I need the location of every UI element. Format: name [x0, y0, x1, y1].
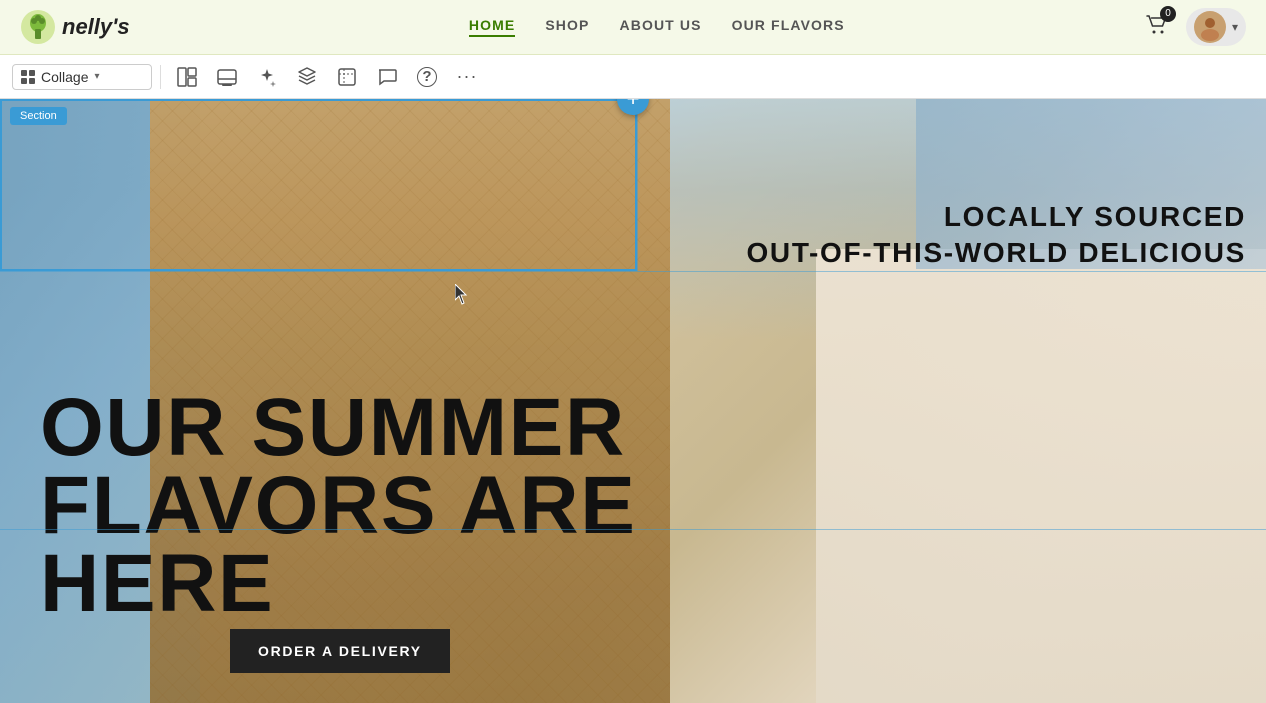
- nav-home[interactable]: HOME: [469, 17, 515, 37]
- crop-icon: [337, 67, 357, 87]
- logo-text: nelly's: [62, 14, 130, 40]
- add-icon: +: [627, 99, 640, 110]
- nav-links: HOME SHOP ABOUT US OUR FLAVORS: [170, 17, 1144, 37]
- ai-btn[interactable]: [249, 59, 285, 95]
- ai-icon: [257, 67, 277, 87]
- logo[interactable]: nelly's: [20, 9, 130, 45]
- user-chevron: ▾: [1232, 20, 1238, 34]
- collage-selector[interactable]: Collage ▾: [12, 64, 152, 90]
- layout-icon: [177, 67, 197, 87]
- hero-taglines: LOCALLY SOURCED OUT-OF-THIS-WORLD DELICI…: [746, 199, 1246, 272]
- h-divider-2: [0, 529, 1266, 530]
- tagline-2: OUT-OF-THIS-WORLD DELICIOUS: [746, 235, 1246, 271]
- crop-btn[interactable]: [329, 59, 365, 95]
- cart-badge: 0: [1160, 6, 1176, 22]
- nav-right: 0 ▾: [1144, 8, 1246, 46]
- preview-btn[interactable]: [209, 59, 245, 95]
- layout-btn[interactable]: [169, 59, 205, 95]
- editor-toolbar: Collage ▾: [0, 55, 1266, 99]
- cart-button[interactable]: 0: [1144, 12, 1170, 43]
- cta-button[interactable]: ORDER A DELIVERY: [230, 629, 450, 673]
- help-label: ?: [417, 67, 437, 87]
- headline-line-3: HERE: [40, 545, 637, 623]
- hero-headline: OUR SUMMER FLAVORS ARE HERE: [40, 389, 637, 623]
- layers-icon: [297, 67, 317, 87]
- logo-icon: [20, 9, 56, 45]
- collage-chevron: ▾: [94, 71, 99, 82]
- v-divider-1: [637, 99, 638, 271]
- nav-shop[interactable]: SHOP: [545, 17, 589, 37]
- h-divider-1: [0, 271, 1266, 272]
- grid-icon: [21, 70, 35, 84]
- comment-icon: [377, 67, 397, 87]
- collage-label: Collage: [41, 69, 88, 85]
- hero-section: Section + LOCALLY SOURCED OUT-OF-THIS-WO…: [0, 99, 1266, 703]
- layers-btn[interactable]: [289, 59, 325, 95]
- headline-line-1: OUR SUMMER: [40, 389, 637, 467]
- avatar: [1194, 11, 1226, 43]
- tagline-1: LOCALLY SOURCED: [746, 199, 1246, 235]
- section-badge[interactable]: Section: [10, 107, 67, 125]
- more-icon: ···: [457, 66, 478, 87]
- headline-line-2: FLAVORS ARE: [40, 467, 637, 545]
- nav-flavors[interactable]: OUR FLAVORS: [732, 17, 845, 37]
- nav-about[interactable]: ABOUT US: [619, 17, 701, 37]
- user-menu[interactable]: ▾: [1186, 8, 1246, 46]
- navbar: nelly's HOME SHOP ABOUT US OUR FLAVORS 0…: [0, 0, 1266, 55]
- help-btn[interactable]: ?: [409, 59, 445, 95]
- preview-icon: [217, 67, 237, 87]
- toolbar-separator-1: [160, 65, 161, 89]
- more-btn[interactable]: ···: [449, 59, 485, 95]
- comment-btn[interactable]: [369, 59, 405, 95]
